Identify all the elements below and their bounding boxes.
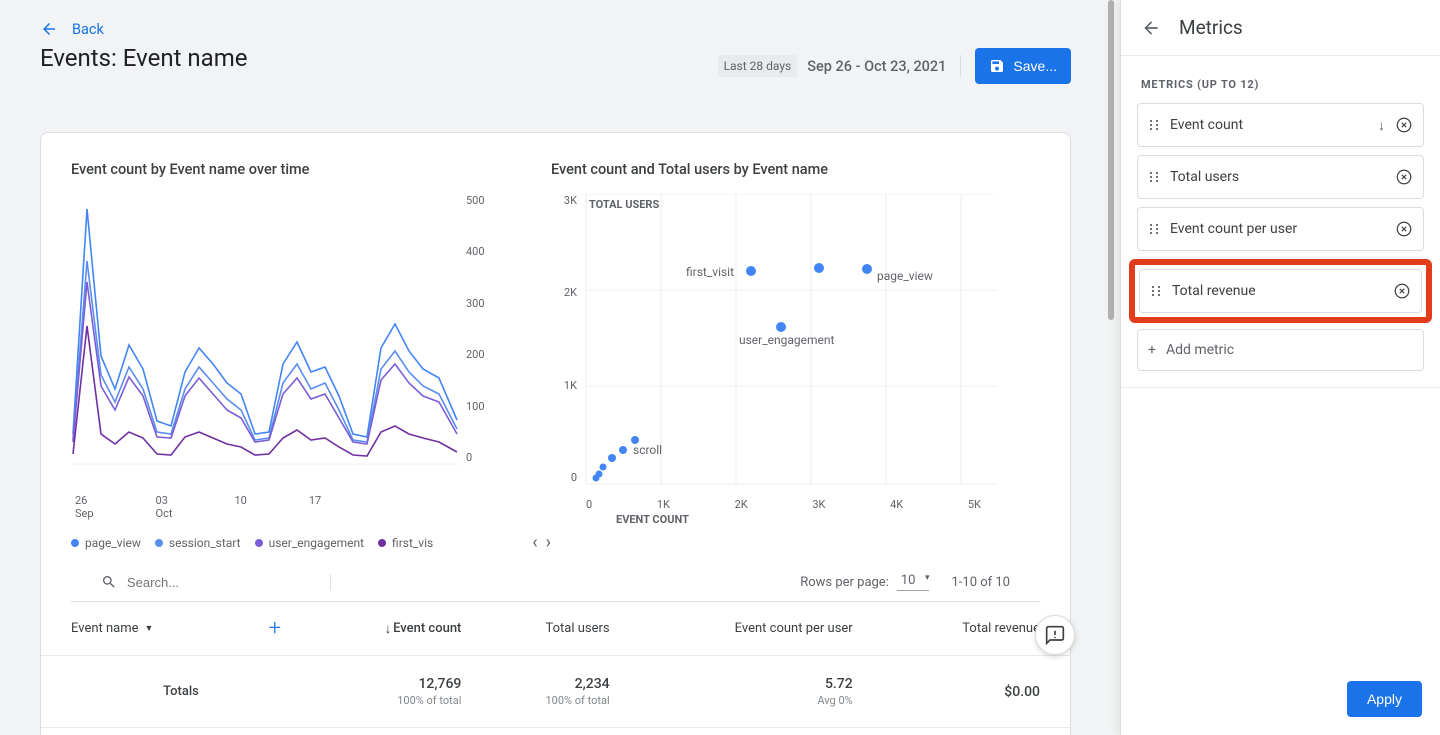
- date-range-picker[interactable]: Last 28 days Sep 26 - Oct 23, 2021: [718, 55, 962, 77]
- back-label: Back: [72, 21, 104, 38]
- save-button[interactable]: Save...: [975, 48, 1071, 84]
- svg-text:scroll: scroll: [633, 443, 662, 457]
- col-event-count-per-user[interactable]: Event count per user: [620, 602, 863, 656]
- back-link[interactable]: Back: [40, 20, 104, 38]
- line-chart-title: Event count by Event name over time: [71, 161, 551, 178]
- search-input[interactable]: [127, 575, 287, 590]
- col-event-count[interactable]: ↓Event count: [385, 621, 462, 637]
- metrics-panel: Metrics METRICS (UP TO 12) Event count ↓…: [1120, 0, 1440, 735]
- search-icon: [101, 574, 117, 590]
- svg-text:first_visit: first_visit: [686, 265, 734, 279]
- report-card: Event count by Event name over time 500 …: [40, 132, 1071, 735]
- dimension-header[interactable]: Event name ▼: [71, 621, 153, 636]
- apply-button[interactable]: Apply: [1347, 681, 1422, 717]
- rows-per-page-label: Rows per page:: [800, 575, 889, 590]
- page-info: 1-10 of 10: [951, 575, 1010, 590]
- arrow-left-icon: [40, 20, 58, 38]
- drag-handle-icon[interactable]: [1150, 285, 1162, 297]
- panel-subtitle: METRICS (UP TO 12): [1121, 56, 1440, 103]
- save-icon: [989, 58, 1005, 74]
- highlight-box: Total revenue: [1129, 259, 1432, 323]
- line-chart: 500 400 300 200 100 0: [71, 194, 551, 494]
- rows-per-page-select[interactable]: 10: [897, 573, 930, 591]
- search-input-wrap: [101, 574, 331, 590]
- legend-prev[interactable]: ‹: [532, 532, 537, 553]
- remove-icon[interactable]: [1393, 282, 1411, 300]
- scatter-chart: TOTAL USERS 3K 2K 1K 0: [551, 194, 1040, 534]
- feedback-button[interactable]: [1035, 615, 1075, 655]
- scatter-chart-title: Event count and Total users by Event nam…: [551, 161, 1040, 178]
- remove-icon[interactable]: [1395, 116, 1413, 134]
- panel-back-icon[interactable]: [1141, 18, 1161, 38]
- date-range-label: Last 28 days: [718, 55, 798, 77]
- panel-title: Metrics: [1179, 16, 1243, 39]
- remove-icon[interactable]: [1395, 168, 1413, 186]
- add-dimension-button[interactable]: +: [269, 616, 281, 641]
- feedback-icon: [1045, 625, 1065, 645]
- date-range-value: Sep 26 - Oct 23, 2021: [807, 58, 946, 75]
- svg-text:user_engagement: user_engagement: [739, 333, 835, 347]
- drag-handle-icon[interactable]: [1148, 171, 1160, 183]
- remove-icon[interactable]: [1395, 220, 1413, 238]
- svg-text:page_view: page_view: [877, 269, 933, 283]
- line-chart-legend: page_view session_start user_engagement …: [71, 532, 551, 553]
- col-total-users[interactable]: Total users: [471, 602, 619, 656]
- drag-handle-icon[interactable]: [1148, 119, 1160, 131]
- plus-icon: +: [1148, 342, 1156, 358]
- table-row[interactable]: 1 page_view 3,740 2,219 1.69 $0.00: [41, 728, 1070, 735]
- table-totals-row: Totals 12,769100% of total 2,234100% of …: [41, 656, 1070, 728]
- metric-item-event-count[interactable]: Event count ↓: [1137, 103, 1424, 147]
- add-metric-button[interactable]: + Add metric: [1137, 329, 1424, 371]
- metric-item-total-users[interactable]: Total users: [1137, 155, 1424, 199]
- save-label: Save...: [1013, 58, 1057, 74]
- scrollbar[interactable]: [1108, 0, 1114, 320]
- metric-item-total-revenue[interactable]: Total revenue: [1139, 269, 1422, 313]
- arrow-down-icon: ↓: [1378, 117, 1385, 134]
- drag-handle-icon[interactable]: [1148, 223, 1160, 235]
- data-table: Event name ▼ + ↓Event count Total users …: [41, 602, 1070, 735]
- metric-item-event-count-per-user[interactable]: Event count per user: [1137, 207, 1424, 251]
